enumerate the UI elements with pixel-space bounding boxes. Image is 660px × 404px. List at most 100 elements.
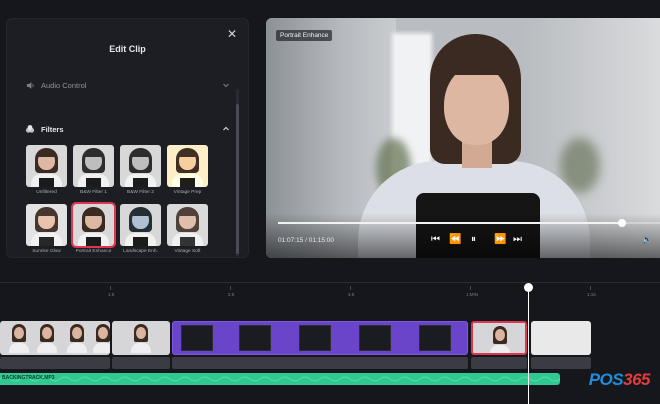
video-preview[interactable]: Portrait Enhance 01:07:15 / 01:15:00 ⏮ ⏪… bbox=[266, 18, 660, 258]
filter-name: Unfiltered bbox=[36, 190, 57, 195]
clip-frame-body bbox=[37, 343, 57, 353]
video-clip[interactable] bbox=[0, 321, 110, 355]
audio-track-label: BACKINGTRACK.MP3 bbox=[2, 375, 55, 381]
chevron-down-icon bbox=[222, 81, 230, 89]
thumb-top bbox=[180, 237, 195, 246]
clip-frame bbox=[239, 325, 271, 351]
selected-clip[interactable] bbox=[471, 321, 527, 355]
playhead-line[interactable] bbox=[528, 287, 529, 404]
filter-thumbnail[interactable] bbox=[167, 204, 208, 246]
ruler-tick bbox=[590, 286, 591, 290]
progress-fill bbox=[278, 222, 622, 224]
thumb-bangs bbox=[179, 209, 196, 216]
rewind-icon[interactable]: ⏪ bbox=[449, 234, 461, 246]
ruler-label: 1:15 bbox=[587, 292, 596, 297]
video-clip-white[interactable] bbox=[531, 321, 591, 355]
filter-option[interactable]: Sunrise Glow bbox=[26, 204, 67, 254]
speaker-icon bbox=[25, 80, 35, 90]
scrollbar-thumb[interactable] bbox=[236, 104, 239, 254]
clip-frame-face bbox=[14, 327, 24, 339]
filter-thumbnail[interactable] bbox=[71, 202, 116, 248]
volume-icon[interactable]: 🔈 bbox=[642, 235, 652, 245]
ruler-label: 1:5 bbox=[108, 292, 115, 297]
clip-frame-body bbox=[490, 345, 510, 353]
thumb-bangs bbox=[85, 209, 102, 216]
logo-text: POS bbox=[588, 370, 624, 389]
video-editor-app: Edit Clip ✕ Audio Control Filters Unfilt… bbox=[0, 0, 660, 404]
ruler-label: 2:5 bbox=[228, 292, 235, 297]
panel-title: Edit Clip bbox=[109, 44, 146, 54]
filters-section[interactable]: Filters bbox=[25, 122, 230, 136]
skip-back-icon[interactable]: ⏮ bbox=[431, 234, 440, 246]
waveform-segment bbox=[531, 357, 591, 369]
filter-thumbnail[interactable] bbox=[73, 145, 114, 187]
ruler-tick bbox=[230, 286, 231, 290]
audio-control-label: Audio Control bbox=[41, 80, 87, 90]
clip-frame bbox=[299, 325, 331, 351]
clip-frame-body bbox=[131, 343, 151, 353]
filter-thumbnail[interactable] bbox=[26, 204, 67, 246]
filter-option[interactable]: B&W Filter 1 bbox=[73, 145, 114, 195]
filter-thumbnail[interactable] bbox=[120, 145, 161, 187]
filters-icon bbox=[25, 124, 35, 134]
playback-controls-overlay bbox=[266, 213, 660, 258]
filter-option[interactable]: B&W Filter 2 bbox=[120, 145, 161, 195]
timecode: 01:07:15 / 01:15:00 bbox=[278, 237, 335, 244]
waveform-segment bbox=[172, 357, 468, 369]
filter-option[interactable]: Portrait Enhance bbox=[71, 202, 116, 254]
video-clip[interactable] bbox=[112, 321, 170, 355]
clip-frame-body bbox=[9, 343, 29, 353]
progress-knob[interactable] bbox=[617, 219, 626, 227]
timeline-ruler[interactable]: 1:5 2:5 4:5 1:MIN 1:15 bbox=[0, 282, 660, 300]
ruler-label: 4:5 bbox=[348, 292, 355, 297]
audio-waveform bbox=[0, 376, 560, 382]
ruler-tick bbox=[110, 286, 111, 290]
presenter-bangs bbox=[438, 42, 514, 75]
filter-name: Landscape Enh. bbox=[123, 249, 158, 254]
panel-scrollbar[interactable] bbox=[236, 89, 239, 257]
clip-frame bbox=[359, 325, 391, 351]
thumb-bangs bbox=[132, 150, 149, 157]
video-clip-purple[interactable] bbox=[172, 321, 468, 355]
clip-frame-face bbox=[495, 329, 505, 341]
thumb-top bbox=[133, 237, 148, 246]
filter-thumbnail[interactable] bbox=[167, 145, 208, 187]
thumb-top bbox=[86, 178, 101, 187]
video-track bbox=[0, 320, 660, 356]
forward-icon[interactable]: ⏩ bbox=[494, 234, 506, 246]
waveform-segment bbox=[471, 357, 527, 369]
filter-option[interactable]: Vintage Prep bbox=[167, 145, 208, 195]
ruler-tick bbox=[350, 286, 351, 290]
thumb-top bbox=[180, 178, 195, 187]
filter-option[interactable]: Landscape Enh. bbox=[120, 204, 161, 254]
backing-audio-track[interactable]: BACKINGTRACK.MP3 bbox=[0, 373, 560, 385]
ruler-label: 1:MIN bbox=[466, 292, 479, 297]
filter-name: Vintage Prep bbox=[173, 190, 202, 195]
close-icon[interactable]: ✕ bbox=[225, 27, 239, 41]
clip-audio-waveform bbox=[0, 357, 660, 369]
edit-clip-panel: Edit Clip ✕ Audio Control Filters Unfilt… bbox=[6, 18, 249, 258]
thumb-top bbox=[133, 178, 148, 187]
audio-control-section[interactable]: Audio Control bbox=[25, 78, 230, 92]
thumb-top bbox=[39, 237, 54, 246]
clip-frame-face bbox=[98, 327, 108, 339]
filter-name: Portrait Enhance bbox=[75, 249, 112, 254]
playhead-handle[interactable] bbox=[524, 283, 533, 292]
filter-thumbnail[interactable] bbox=[26, 145, 67, 187]
filter-name: Sunrise Glow bbox=[32, 249, 61, 254]
pause-icon[interactable]: ⏸ bbox=[471, 234, 476, 246]
filter-thumbnail[interactable] bbox=[120, 204, 161, 246]
thumb-bangs bbox=[132, 209, 149, 216]
presenter-face bbox=[444, 65, 509, 145]
progress-bar[interactable] bbox=[278, 222, 660, 224]
filter-option[interactable]: Unfiltered bbox=[26, 145, 67, 195]
thumb-bangs bbox=[38, 209, 55, 216]
pos365-logo: POS365 bbox=[588, 370, 651, 390]
clip-frame-face bbox=[42, 327, 52, 339]
filter-name: B&W Filter 1 bbox=[80, 190, 107, 195]
skip-forward-icon[interactable]: ⏭ bbox=[513, 234, 522, 246]
filter-name: Vintage Soft bbox=[174, 249, 201, 254]
clip-frame bbox=[181, 325, 213, 351]
ruler-tick bbox=[470, 286, 471, 290]
filter-option[interactable]: Vintage Soft bbox=[167, 204, 208, 254]
